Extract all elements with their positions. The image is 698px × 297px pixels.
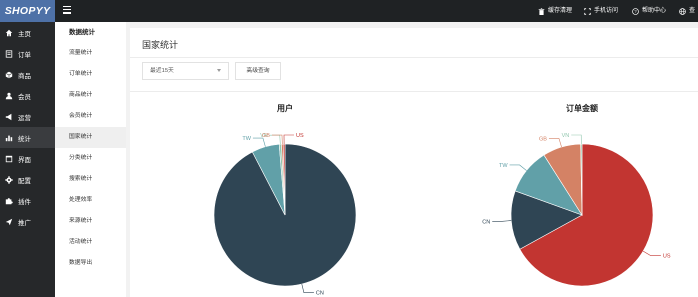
send-icon xyxy=(4,217,13,226)
logo[interactable]: SHOPYY xyxy=(0,0,55,22)
menu-toggle-icon[interactable] xyxy=(63,6,71,14)
expand-icon xyxy=(584,7,591,15)
label-line-tw xyxy=(252,137,266,147)
mobile-access-link[interactable]: 手机访问 xyxy=(584,0,618,22)
slice-label-tw: TW xyxy=(242,136,251,142)
help-center-link[interactable]: ? 帮助中心 xyxy=(632,0,666,22)
sidebar-item-operations[interactable]: 运营 xyxy=(0,106,55,127)
slice-label-vn: VN xyxy=(562,133,570,139)
sidebar-item-interface[interactable]: 界面 xyxy=(0,148,55,169)
submenu-item-search[interactable]: 搜索统计 xyxy=(55,169,126,190)
layout-icon xyxy=(4,154,13,163)
slice-label-gb: GB xyxy=(262,133,270,139)
sidebar-item-members[interactable]: 会员 xyxy=(0,85,55,106)
submenu-item-orders[interactable]: 订单统计 xyxy=(55,64,126,85)
sidebar-item-products[interactable]: 商品 xyxy=(0,64,55,85)
globe-icon xyxy=(679,7,686,15)
label-line-gb xyxy=(271,134,283,145)
help-icon: ? xyxy=(632,7,639,15)
order-icon xyxy=(4,49,13,58)
slice-label-cn: CN xyxy=(316,291,324,297)
main-panel: 国家统计 最近15天 高级查询 用户 订单金额 CN TW VN GB US US CN TW… xyxy=(130,28,698,297)
slice-label-gb: GB xyxy=(539,136,547,142)
label-line-gb xyxy=(548,138,562,148)
sidebar-item-promotion[interactable]: 推广 xyxy=(0,211,55,232)
sidebar-item-plugins[interactable]: 插件 xyxy=(0,190,55,211)
submenu-item-export[interactable]: 数据导出 xyxy=(55,253,126,274)
submenu-title: 数据统计 xyxy=(69,29,95,36)
clear-cache-link[interactable]: 缓存清理 xyxy=(538,0,572,22)
submenu-item-source[interactable]: 来源统计 xyxy=(55,211,126,232)
label-line-cn xyxy=(492,220,512,222)
slice-label-us: US xyxy=(663,254,671,260)
label-line-vn xyxy=(571,134,582,145)
sidebar: 主页 订单 商品 会员 运营 统计 界面 配置 插件 推广 xyxy=(0,22,55,297)
label-line-cn xyxy=(301,283,314,294)
sidebar-item-settings[interactable]: 配置 xyxy=(0,169,55,190)
submenu: 数据统计 流量统计 订单统计 商品统计 会员统计 国家统计 分类统计 搜索统计 … xyxy=(55,22,126,297)
megaphone-icon xyxy=(4,112,13,121)
gear-icon xyxy=(4,175,13,184)
home-icon xyxy=(4,28,13,37)
user-icon xyxy=(4,91,13,100)
sidebar-item-statistics[interactable]: 统计 xyxy=(0,127,55,148)
top-bar: SHOPYY 缓存清理 手机访问 ? 帮助中心 查 xyxy=(0,0,698,22)
puzzle-icon xyxy=(4,196,13,205)
submenu-item-activity[interactable]: 活动统计 xyxy=(55,232,126,253)
label-line-vn xyxy=(269,134,281,145)
sidebar-item-orders[interactable]: 订单 xyxy=(0,43,55,64)
submenu-item-products[interactable]: 商品统计 xyxy=(55,85,126,106)
sidebar-item-home[interactable]: 主页 xyxy=(0,22,55,43)
slice-label-us: US xyxy=(296,133,304,139)
pie-charts: CNTW VNGB USUSCNTWGBVN xyxy=(213,133,671,297)
label-line-us xyxy=(283,134,294,145)
submenu-item-efficiency[interactable]: 处理效率 xyxy=(55,190,126,211)
submenu-item-members[interactable]: 会员统计 xyxy=(55,106,126,127)
slice-label-cn: CN xyxy=(482,219,490,225)
trash-icon xyxy=(538,7,545,15)
submenu-item-country[interactable]: 国家统计 xyxy=(55,127,126,148)
language-link[interactable]: 查 xyxy=(679,0,695,22)
submenu-item-traffic[interactable]: 流量统计 xyxy=(55,43,126,64)
submenu-item-category[interactable]: 分类统计 xyxy=(55,148,126,169)
label-line-us xyxy=(642,250,661,257)
slice-label-tw: TW xyxy=(499,163,508,169)
bar-chart-icon xyxy=(4,133,13,142)
label-line-tw xyxy=(509,164,527,171)
box-icon xyxy=(4,70,13,79)
svg-text:?: ? xyxy=(634,9,637,14)
